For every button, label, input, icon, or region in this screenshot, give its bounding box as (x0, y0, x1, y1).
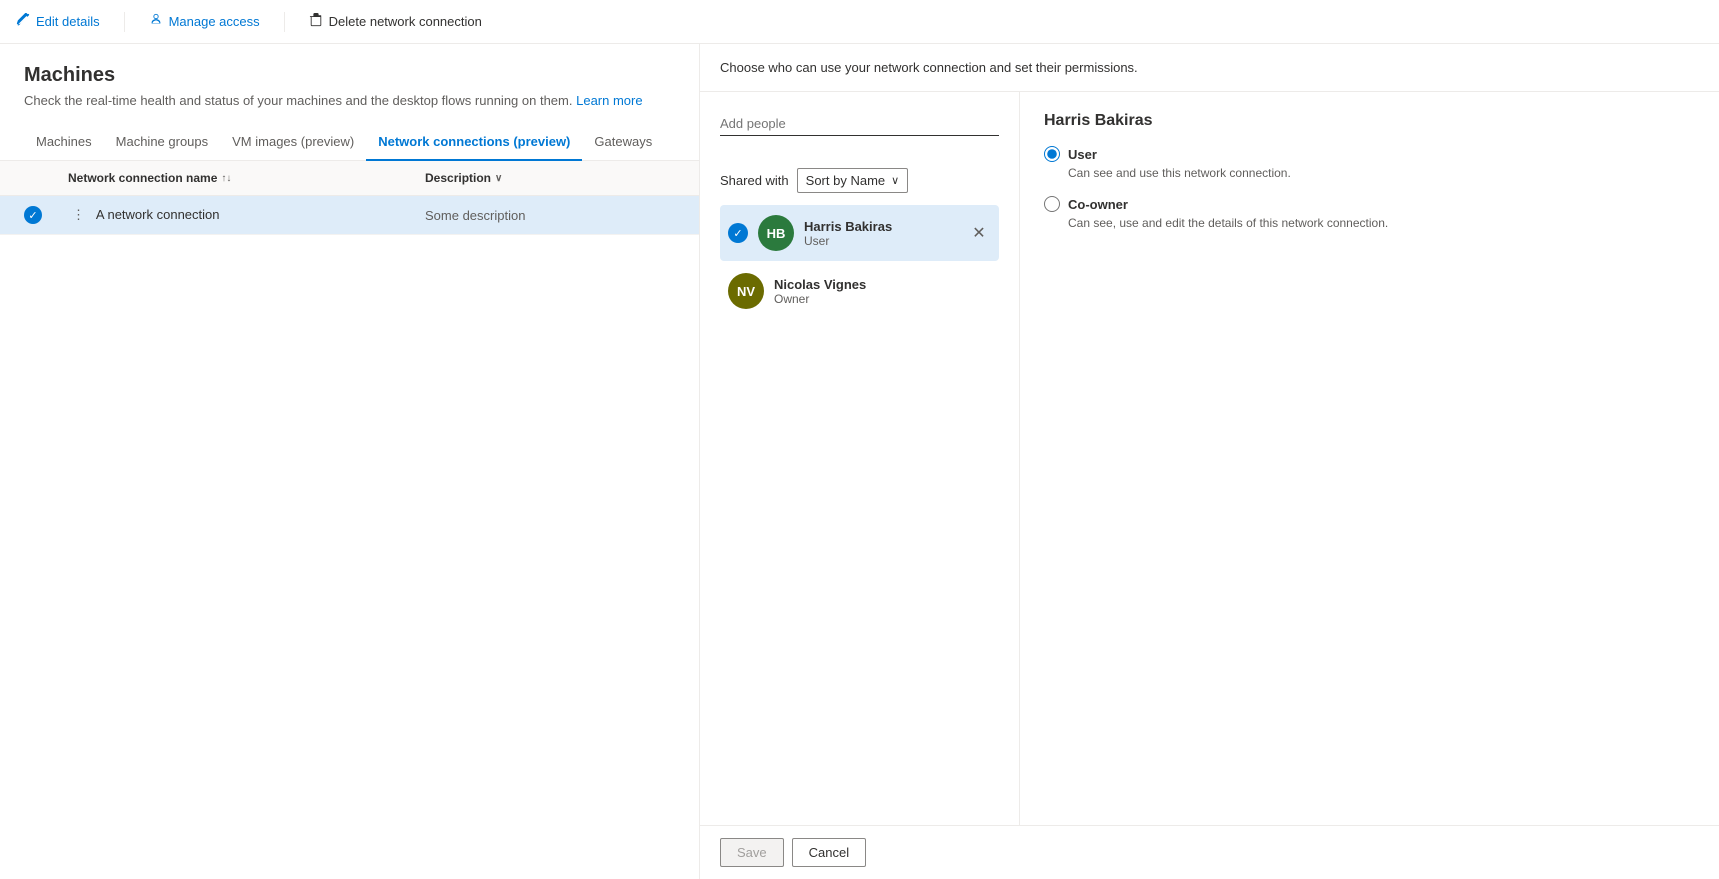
permission-coowner-row: Co-owner (1044, 196, 1695, 212)
learn-more-link[interactable]: Learn more (576, 93, 642, 108)
shared-with-row: Shared with Sort by Name ∨ (720, 168, 999, 193)
avatar-initials-hb: HB (767, 226, 786, 241)
shared-with-label: Shared with (720, 173, 789, 188)
right-panel: Choose who can use your network connecti… (700, 44, 1719, 879)
permission-user-row: User (1044, 146, 1695, 162)
tab-machine-groups[interactable]: Machine groups (104, 124, 221, 161)
row-checkbox: ✓ (24, 206, 68, 224)
tabs-bar: Machines Machine groups VM images (previ… (0, 124, 699, 161)
toolbar: Edit details Manage access Delete networ… (0, 0, 1719, 44)
checked-indicator: ✓ (24, 206, 42, 224)
tab-vm-images[interactable]: VM images (preview) (220, 124, 366, 161)
desc-sort-icon: ∨ (495, 173, 502, 184)
left-panel-header: Machines Check the real-time health and … (0, 44, 699, 124)
tab-gateways[interactable]: Gateways (582, 124, 664, 161)
avatar-nv: NV (728, 273, 764, 309)
selected-indicator: ✓ (728, 223, 748, 243)
manage-access-icon (149, 13, 163, 30)
add-people-input[interactable] (720, 112, 999, 136)
row-name: ⋮ A network connection (68, 207, 425, 223)
chevron-down-icon: ∨ (891, 174, 899, 187)
permission-user-option: User Can see and use this network connec… (1044, 146, 1695, 180)
user-role-harris: User (804, 234, 957, 248)
sort-icons: ↑↓ (221, 173, 231, 184)
permission-coowner-label: Co-owner (1068, 197, 1128, 212)
user-list: ✓ HB Harris Bakiras User ✕ NV (720, 205, 999, 319)
col-desc-header[interactable]: Description ∨ (425, 171, 675, 185)
avatar-hb: HB (758, 215, 794, 251)
permission-user-desc: Can see and use this network connection. (1044, 166, 1695, 180)
col-desc-label: Description (425, 171, 491, 185)
edit-details-button[interactable]: Edit details (16, 13, 100, 30)
cancel-button[interactable]: Cancel (792, 838, 866, 867)
permission-user-radio[interactable] (1044, 146, 1060, 162)
toolbar-divider-2 (284, 12, 285, 32)
row-dots[interactable]: ⋮ (72, 207, 85, 223)
permission-coowner-desc: Can see, use and edit the details of thi… (1044, 216, 1695, 230)
add-people-container (720, 112, 999, 152)
close-button-harris[interactable]: ✕ (967, 221, 991, 245)
table-area: Network connection name ↑↓ Description ∨… (0, 161, 699, 879)
edit-icon (16, 13, 30, 30)
left-panel: Machines Check the real-time health and … (0, 44, 700, 879)
sort-dropdown[interactable]: Sort by Name ∨ (797, 168, 909, 193)
col-name-label: Network connection name (68, 171, 217, 185)
user-name-nicolas: Nicolas Vignes (774, 277, 991, 292)
main-layout: Machines Check the real-time health and … (0, 44, 1719, 879)
access-left-panel: Shared with Sort by Name ∨ ✓ HB (700, 92, 1020, 825)
col-name-header[interactable]: Network connection name ↑↓ (68, 171, 425, 185)
toolbar-divider-1 (124, 12, 125, 32)
panel-description: Choose who can use your network connecti… (700, 44, 1719, 92)
delete-label: Delete network connection (329, 14, 482, 29)
user-role-nicolas: Owner (774, 292, 991, 306)
table-row[interactable]: ✓ ⋮ A network connection Some descriptio… (0, 196, 699, 235)
manage-access-label: Manage access (169, 14, 260, 29)
permission-coowner-radio[interactable] (1044, 196, 1060, 212)
user-item-nicolas[interactable]: NV Nicolas Vignes Owner (720, 263, 999, 319)
user-info-nicolas: Nicolas Vignes Owner (774, 277, 991, 306)
avatar-initials-nv: NV (737, 284, 755, 299)
tab-network-connections[interactable]: Network connections (preview) (366, 124, 582, 161)
tab-machines[interactable]: Machines (24, 124, 104, 161)
save-button[interactable]: Save (720, 838, 784, 867)
manage-access-button[interactable]: Manage access (149, 13, 260, 30)
sort-dropdown-label: Sort by Name (806, 173, 885, 188)
table-header: Network connection name ↑↓ Description ∨ (0, 161, 699, 196)
permission-coowner-option: Co-owner Can see, use and edit the detai… (1044, 196, 1695, 230)
delete-button[interactable]: Delete network connection (309, 13, 482, 30)
user-info-harris: Harris Bakiras User (804, 219, 957, 248)
delete-icon (309, 13, 323, 30)
page-title: Machines (24, 64, 675, 87)
permission-user-label: User (1068, 147, 1097, 162)
user-item-harris[interactable]: ✓ HB Harris Bakiras User ✕ (720, 205, 999, 261)
access-layout: Shared with Sort by Name ∨ ✓ HB (700, 92, 1719, 825)
page-description: Check the real-time health and status of… (24, 93, 675, 108)
access-right-panel: Harris Bakiras User Can see and use this… (1020, 92, 1719, 825)
permissions-title: Harris Bakiras (1044, 112, 1695, 130)
user-name-harris: Harris Bakiras (804, 219, 957, 234)
page-description-text: Check the real-time health and status of… (24, 93, 572, 108)
row-name-text: A network connection (96, 207, 220, 222)
row-desc: Some description (425, 208, 675, 223)
action-bar: Save Cancel (700, 825, 1719, 879)
edit-details-label: Edit details (36, 14, 100, 29)
